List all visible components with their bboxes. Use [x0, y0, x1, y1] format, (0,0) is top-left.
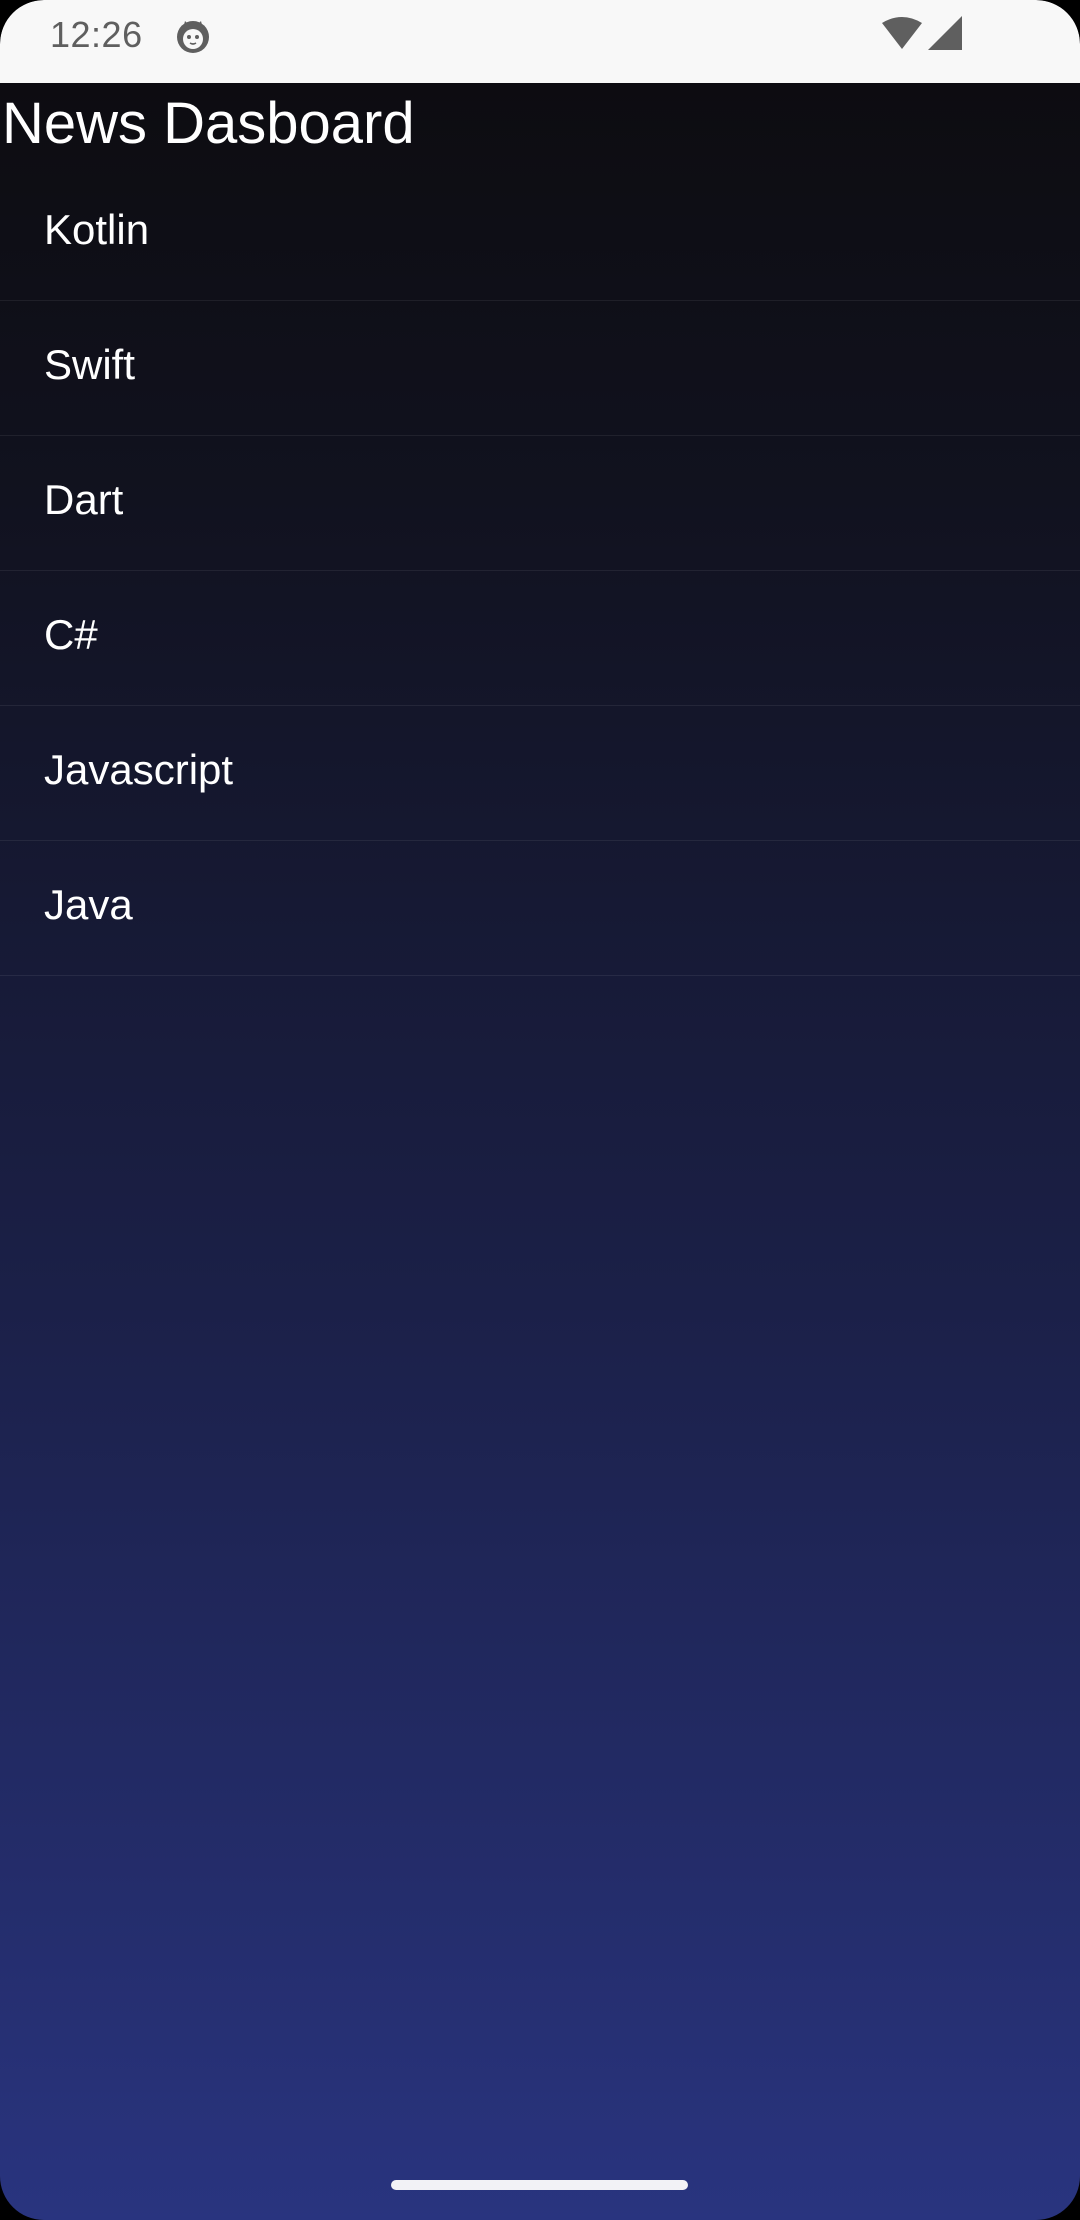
list-item-dart[interactable]: Dart: [0, 436, 1080, 571]
app-screen: 12:26 News Dasboard Kotlin Swift Dart C#…: [0, 0, 1080, 2220]
topic-list: Kotlin Swift Dart C# Javascript Java: [0, 166, 1080, 976]
cellular-signal-icon: [928, 16, 962, 50]
list-item-javascript[interactable]: Javascript: [0, 706, 1080, 841]
list-item-label: Kotlin: [44, 206, 150, 253]
wifi-icon: [882, 17, 922, 49]
status-bar: 12:26: [0, 0, 1080, 83]
list-item-label: Dart: [44, 476, 124, 523]
cat-face-icon: [177, 21, 209, 53]
list-item-label: C#: [44, 611, 98, 658]
list-item-label: Java: [44, 881, 133, 928]
status-time: 12:26: [50, 14, 143, 55]
list-item-kotlin[interactable]: Kotlin: [0, 166, 1080, 301]
list-item-label: Swift: [44, 341, 136, 388]
list-item-java[interactable]: Java: [0, 841, 1080, 976]
page-title: News Dasboard: [2, 91, 415, 156]
home-indicator[interactable]: [391, 2180, 688, 2190]
list-item-label: Javascript: [44, 746, 234, 793]
list-item-csharp[interactable]: C#: [0, 571, 1080, 706]
list-item-swift[interactable]: Swift: [0, 301, 1080, 436]
